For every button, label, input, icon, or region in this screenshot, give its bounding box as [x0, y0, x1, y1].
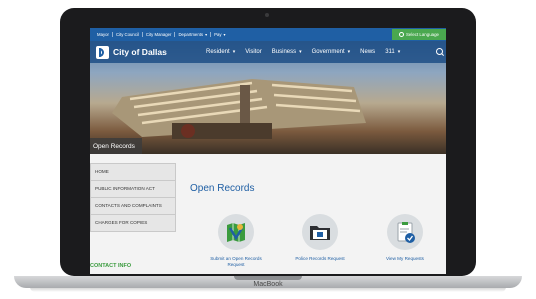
police-records-card[interactable]: Police Records Request	[292, 214, 348, 262]
nav-business-label: Business	[271, 49, 297, 55]
sidebar-item-charges-for-copies[interactable]: CHARGES FOR COPIES	[90, 214, 176, 232]
page-title: Open Records	[190, 183, 255, 194]
nav-visitor-label: Visitor	[245, 49, 262, 55]
select-language-button[interactable]: Select Language	[392, 29, 446, 40]
sidebar-nav: HOME PUBLIC INFORMATION ACT CONTACTS AND…	[90, 163, 176, 232]
utility-bar: Mayor City Council City Manager Departme…	[90, 28, 446, 41]
contact-info-heading: CONTACT INFO	[90, 263, 132, 269]
folder-icon	[302, 214, 338, 250]
nav-resident-label: Resident	[206, 49, 230, 55]
sidebar-item-public-information-act[interactable]: PUBLIC INFORMATION ACT	[90, 180, 176, 198]
chevron-down-icon: ▾	[232, 49, 236, 55]
nav-311[interactable]: 311 ▾	[385, 49, 400, 55]
nav-government[interactable]: Government ▾	[312, 49, 351, 55]
view-requests-label: View My Requests	[386, 256, 424, 261]
departments-label: Departments	[178, 32, 204, 37]
nav-business[interactable]: Business ▾	[272, 49, 302, 55]
sidebar-item-home[interactable]: HOME	[90, 163, 176, 181]
city-hall-image	[112, 79, 366, 139]
hero-title: Open Records	[90, 138, 142, 154]
city-council-link[interactable]: City Council	[113, 32, 143, 37]
mayor-link-label: Mayor	[97, 32, 109, 37]
logo-text: City of Dallas	[113, 47, 167, 57]
city-manager-link[interactable]: City Manager	[143, 32, 176, 37]
city-council-link-label: City Council	[115, 32, 139, 37]
chevron-down-icon: ▾	[397, 49, 401, 55]
browser-screen: Mayor City Council City Manager Departme…	[90, 28, 446, 274]
main-navbar: City of Dallas Resident ▾ Visitor Busines…	[90, 41, 446, 63]
nav-311-label: 311	[385, 49, 395, 55]
map-icon	[218, 214, 254, 250]
nav-government-label: Government	[311, 49, 345, 55]
nav-news-label: News	[360, 49, 376, 55]
chevron-down-icon: ▾	[299, 49, 302, 55]
pay-dropdown[interactable]: Pay ▾	[211, 32, 228, 37]
city-manager-link-label: City Manager	[145, 32, 172, 37]
nav-news[interactable]: News	[360, 49, 375, 55]
select-language-label: Select Language	[406, 32, 439, 37]
chevron-down-icon: ▾	[205, 32, 208, 37]
sidebar-item-contacts-and-complaints[interactable]: CONTACTS AND COMPLAINTS	[90, 197, 176, 215]
hero-banner: City of Dallas Resident ▾ Visitor Busines…	[90, 41, 446, 154]
laptop-bezel: Mayor City Council City Manager Departme…	[60, 8, 476, 276]
dallas-logo-icon	[96, 45, 109, 59]
clipboard-check-icon	[387, 214, 423, 250]
pay-label: Pay	[214, 32, 222, 37]
laptop-notch	[234, 276, 302, 280]
chevron-down-icon: ▾	[347, 49, 351, 55]
city-logo[interactable]: City of Dallas	[96, 44, 167, 60]
view-requests-card[interactable]: View My Requests	[377, 214, 433, 262]
departments-dropdown[interactable]: Departments ▾	[175, 32, 212, 37]
device-brand: MacBook	[253, 281, 283, 288]
globe-icon	[399, 32, 404, 37]
submit-request-label: Submit an Open Records Request	[210, 256, 262, 267]
chevron-down-icon: ▾	[223, 32, 226, 37]
police-records-label: Police Records Request	[295, 256, 345, 261]
nav-resident[interactable]: Resident ▾	[206, 49, 235, 55]
nav-visitor[interactable]: Visitor	[245, 49, 262, 55]
mayor-link[interactable]: Mayor	[94, 32, 113, 37]
submit-request-card[interactable]: Submit an Open Records Request	[208, 214, 264, 267]
camera-icon	[265, 13, 269, 17]
search-icon[interactable]	[436, 48, 443, 55]
utility-links: Mayor City Council City Manager Departme…	[94, 28, 229, 41]
main-nav: Resident ▾ Visitor Business ▾ Government ▾ …	[206, 41, 410, 63]
